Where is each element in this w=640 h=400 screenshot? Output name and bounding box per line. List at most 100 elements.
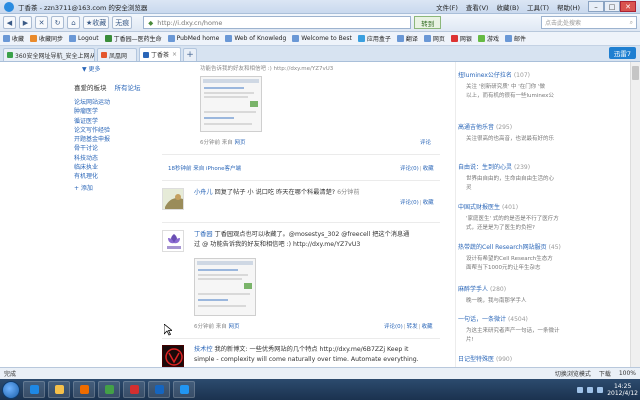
group-name: 扭luminex公仔拉名 <box>458 72 512 79</box>
minimize-button[interactable]: – <box>588 1 604 12</box>
fav-item-mail[interactable]: 邮件 <box>504 34 526 43</box>
add-board-link[interactable]: + 添加 <box>74 184 110 193</box>
menu-file[interactable]: 文件(F) <box>436 2 458 12</box>
avatar[interactable] <box>162 345 184 367</box>
thunder-icon <box>179 385 189 394</box>
group-link[interactable]: 日记型特殊医 (990) <box>456 354 626 363</box>
scrollbar-thumb[interactable] <box>632 66 639 80</box>
fav-item-wok[interactable]: Web of Knowledg <box>225 35 286 42</box>
board-item[interactable]: 开题基金申报 <box>74 135 110 144</box>
group-name: 中国式财报医生 <box>458 204 501 211</box>
fav-item-best[interactable]: Welcome to Best <box>292 35 352 42</box>
browser-360-taskbar-button[interactable] <box>98 381 120 398</box>
comment-link[interactable]: 评论(0) <box>400 200 419 206</box>
post-user[interactable]: 技术控 <box>194 346 213 353</box>
forward-link[interactable]: 转发 <box>407 324 418 330</box>
player-taskbar-button[interactable] <box>73 381 95 398</box>
group-count: (107) <box>513 72 530 79</box>
group-link[interactable]: 高通吉他乐音 (295) <box>456 122 626 131</box>
address-bar[interactable]: ◆ http://i.dxy.cn/home <box>143 16 412 29</box>
search-icon[interactable]: ⌕ <box>630 19 633 27</box>
board-item[interactable]: 骨干讨论 <box>74 144 110 153</box>
avatar[interactable] <box>162 230 184 252</box>
menu-favorites[interactable]: 收藏(B) <box>496 2 519 12</box>
more-link[interactable]: ▼ 更多 <box>82 64 101 73</box>
fav-item-bank[interactable]: 网银 <box>450 34 472 43</box>
menu-help[interactable]: 帮助(H) <box>557 2 580 12</box>
comment-link[interactable]: 评论 <box>420 140 431 146</box>
foxit-taskbar-button[interactable] <box>123 381 145 398</box>
vertical-scrollbar[interactable] <box>630 62 640 367</box>
post-user[interactable]: 小舟儿 <box>194 189 213 196</box>
folder-taskbar-button[interactable] <box>48 381 70 398</box>
new-tab-button[interactable]: + <box>183 48 197 61</box>
home-button[interactable]: ⌂ <box>67 16 80 29</box>
switch-mode-button[interactable]: 切换浏览模式 <box>555 369 591 378</box>
tab-ifeng[interactable]: 凤凰网 <box>97 48 137 61</box>
ie-taskbar-button[interactable] <box>23 381 45 398</box>
board-item[interactable]: 有机理化 <box>74 172 110 181</box>
comment-link[interactable]: 评论(0) <box>384 324 403 330</box>
group-link[interactable]: 中国式财报医生 (401) <box>456 202 626 211</box>
comment-link[interactable]: 评论(0) <box>400 166 419 172</box>
post-thumbnail[interactable] <box>194 258 256 316</box>
board-item[interactable]: 科技动态 <box>74 154 110 163</box>
all-forums-link[interactable]: 所有论坛 <box>115 84 141 92</box>
fav-item-translate[interactable]: 翻译 <box>396 34 418 43</box>
post-thumbnail[interactable] <box>200 76 262 132</box>
group-link[interactable]: 麻醉学手人 (280) <box>456 284 626 293</box>
source-link[interactable]: 网页 <box>235 140 246 146</box>
tab-360[interactable]: 360安全网址导航_安全上网从360开始 <box>3 48 95 61</box>
tracking-button[interactable]: 无痕 <box>112 16 133 29</box>
start-button[interactable] <box>2 380 20 399</box>
favorite-link[interactable]: 收藏 <box>423 166 434 172</box>
fav-item-games[interactable]: 游戏 <box>477 34 499 43</box>
tab-dxy[interactable]: 丁香茶 × <box>139 47 181 61</box>
volume-icon[interactable] <box>587 386 594 393</box>
board-item[interactable]: 论文写作经验 <box>74 126 110 135</box>
board-item[interactable]: 论坛网站运动 <box>74 98 110 107</box>
board-item[interactable]: 临床执业 <box>74 163 110 172</box>
favorites-button[interactable]: ★ 收藏 <box>83 16 110 29</box>
thunder-taskbar-button[interactable] <box>173 381 195 398</box>
back-button[interactable]: ◀ <box>3 16 16 29</box>
fav-item-appbox[interactable]: 应用盒子 <box>357 34 391 43</box>
fav-item-dxy[interactable]: 丁香园—医药生命 <box>104 34 162 43</box>
zoom-level[interactable]: 100% <box>619 370 636 377</box>
fav-label: 翻译 <box>405 36 418 43</box>
fav-item-web[interactable]: 网页 <box>423 34 445 43</box>
clock[interactable]: 14:25 2012/4/12 <box>607 383 638 397</box>
network-icon[interactable] <box>577 386 584 393</box>
separator: | <box>403 324 406 330</box>
download-button[interactable]: 下载 <box>599 369 611 378</box>
post-user[interactable]: 丁香园 <box>194 231 213 238</box>
fav-item-pubmed[interactable]: PubMed home <box>167 35 219 42</box>
tab-close-icon[interactable]: × <box>172 51 177 58</box>
source-link[interactable]: 网页 <box>229 324 240 330</box>
group-link[interactable]: 热带蔬的Cell Research网站服页 (45) <box>456 242 626 251</box>
refresh-button[interactable]: ↻ <box>51 16 64 29</box>
language-icon[interactable] <box>597 386 604 393</box>
word-taskbar-button[interactable] <box>148 381 170 398</box>
group-link[interactable]: 一句话，一条微计 (4504) <box>456 314 626 323</box>
maximize-button[interactable]: □ <box>604 1 620 12</box>
board-item[interactable]: 循证医学 <box>74 117 110 126</box>
fav-item-logout[interactable]: Logout <box>69 35 99 42</box>
stop-button[interactable]: ✕ <box>35 16 48 29</box>
close-window-button[interactable]: ✕ <box>620 1 636 12</box>
menu-view[interactable]: 查看(V) <box>466 2 489 12</box>
forward-button[interactable]: ▶ <box>19 16 32 29</box>
fav-item-sync[interactable]: 收藏同步 <box>30 34 63 43</box>
go-button[interactable]: 转到 <box>414 16 442 29</box>
favorite-link[interactable]: 收藏 <box>422 324 433 330</box>
group-link[interactable]: 自由说：生到的心灵 (239) <box>456 162 626 171</box>
group-link[interactable]: 扭luminex公仔拉名 (107) <box>456 70 626 79</box>
search-input[interactable]: 点击此处搜索 ⌕ <box>541 16 637 29</box>
xunlei-button[interactable]: 迅雷7 <box>608 47 636 59</box>
fav-item-favorites[interactable]: 收藏 <box>3 34 24 43</box>
post-source-text[interactable]: 18秒钟前 来自 iPhone客户端 <box>168 166 241 172</box>
menu-tools[interactable]: 工具(T) <box>527 2 549 12</box>
avatar[interactable] <box>162 188 184 210</box>
board-item[interactable]: 肿瘤医学 <box>74 107 110 116</box>
favorite-link[interactable]: 收藏 <box>423 200 434 206</box>
